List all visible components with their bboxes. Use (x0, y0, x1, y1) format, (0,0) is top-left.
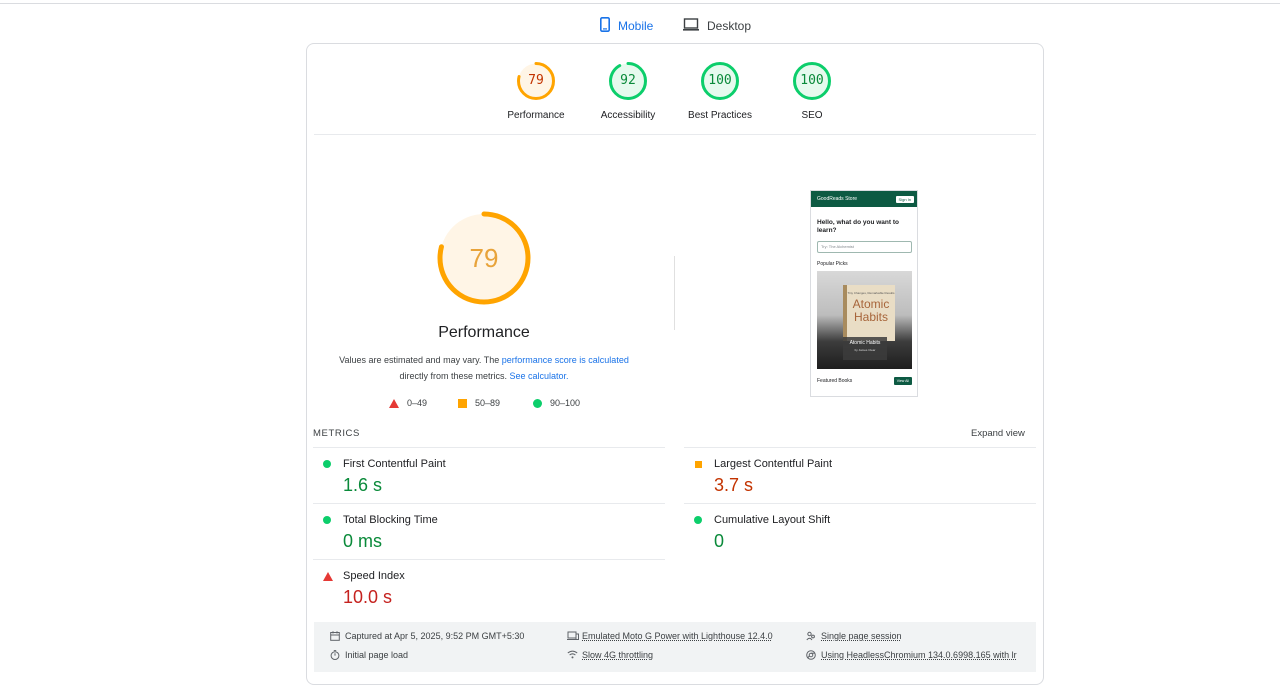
phone-icon (600, 16, 610, 35)
triangle-icon (389, 398, 399, 408)
tab-desktop[interactable]: Desktop (683, 10, 753, 41)
metric-fcp: First Contentful Paint 1.6 s (313, 447, 665, 504)
thumb-featured: Featured Books (817, 378, 853, 384)
thumb-caption-author: by James Clear (854, 348, 876, 352)
legend-poor: 0–49 (389, 398, 427, 408)
metric-cls: Cumulative Layout Shift 0 (684, 503, 1036, 560)
gauge-label: Accessibility (600, 110, 656, 121)
devices-icon (567, 631, 579, 641)
footer-initial-load: Initial page load (330, 650, 408, 660)
performance-description: Values are estimated and may vary. The p… (334, 352, 634, 384)
top-divider (0, 3, 1280, 4)
metric-tbt: Total Blocking Time 0 ms (313, 503, 665, 560)
footer-session: Single page session (806, 631, 902, 641)
metric-value: 1.6 s (343, 475, 383, 495)
chrome-icon (806, 650, 816, 660)
people-icon (806, 631, 816, 641)
vertical-divider (674, 256, 675, 330)
thumb-cover-title: Atomic Habits (852, 297, 890, 324)
metric-title: Speed Index (343, 570, 405, 582)
gauge-label: SEO (801, 110, 823, 121)
legend-average: 50–89 (458, 398, 500, 408)
circle-icon (694, 516, 702, 524)
metrics-heading: METRICS (313, 428, 360, 439)
circle-icon (323, 460, 331, 468)
triangle-icon (323, 572, 333, 581)
page-screenshot-thumbnail[interactable]: GoodReads Store Sign In Hello, what do y… (810, 190, 918, 397)
legend-range: 50–89 (475, 398, 501, 408)
gauge-label: Best Practices (688, 110, 752, 121)
gauge-label: Performance (507, 110, 565, 121)
thumb-caption-title: Atomic Habits (849, 340, 881, 346)
thumb-cover: Tiny Changes, Remarkable Results Atomic … (843, 285, 895, 341)
metric-value: 10.0 s (343, 587, 393, 607)
metric-title: First Contentful Paint (343, 458, 446, 470)
metric-lcp: Largest Contentful Paint 3.7 s (684, 447, 1036, 504)
metric-title: Total Blocking Time (343, 514, 438, 526)
see-calculator-link[interactable]: See calculator. (509, 371, 568, 381)
gauge-score: 100 (800, 73, 824, 88)
expand-view-button[interactable]: Expand view (971, 428, 1025, 439)
thumb-header: GoodReads Store Sign In (811, 191, 917, 207)
calendar-icon (330, 631, 340, 641)
thumb-caption: Atomic Habits by James Clear (843, 337, 887, 360)
metric-value: 0 ms (343, 531, 383, 551)
gauge-score: 100 (708, 73, 732, 88)
footer-captured-text: Captured at Apr 5, 2025, 9:52 PM GMT+5:3… (345, 631, 525, 641)
gauge-score: 92 (620, 73, 636, 88)
metric-value: 0 (714, 531, 725, 551)
footer-session-text[interactable]: Single page session (821, 631, 902, 641)
tab-desktop-label: Desktop (707, 18, 752, 33)
thumb-view-all: View All (893, 377, 912, 385)
legend-range: 0–49 (407, 398, 428, 408)
gauges-divider (314, 134, 1036, 135)
metric-value: 3.7 s (714, 475, 754, 495)
footer-captured: Captured at Apr 5, 2025, 9:52 PM GMT+5:3… (330, 631, 524, 641)
circle-icon (533, 398, 542, 408)
laptop-icon (683, 17, 699, 34)
footer-browser-text[interactable]: Using HeadlessChromium 134.0.6998.165 wi… (821, 650, 1017, 660)
gauge-score: 79 (528, 73, 544, 88)
runtime-settings-footer: Captured at Apr 5, 2025, 9:52 PM GMT+5:3… (314, 622, 1036, 672)
circle-icon (323, 516, 331, 524)
footer-emulated-text[interactable]: Emulated Moto G Power with Lighthouse 12… (582, 631, 773, 641)
thumb-popular: Popular Picks (817, 261, 848, 267)
performance-score-link[interactable]: performance score is calculated (502, 355, 629, 365)
desc-text-2: directly from these metrics. (399, 371, 510, 381)
footer-initial-text: Initial page load (345, 650, 409, 660)
thumb-hello: Hello, what do you want to learn? (817, 219, 899, 234)
footer-throttling-text[interactable]: Slow 4G throttling (582, 650, 653, 660)
performance-title: Performance (438, 324, 530, 341)
metric-title: Cumulative Layout Shift (714, 514, 831, 526)
thumb-cover-tagline: Tiny Changes, Remarkable Results (847, 291, 895, 295)
tab-mobile-label: Mobile (618, 18, 654, 33)
thumb-search: Try: The Alchemist (817, 241, 912, 253)
legend-good: 90–100 (533, 398, 580, 408)
timer-icon (330, 650, 340, 660)
desc-text: Values are estimated and may vary. The (339, 355, 502, 365)
footer-browser: Using HeadlessChromium 134.0.6998.165 wi… (806, 650, 1017, 660)
gauge-performance[interactable]: 79 Performance (491, 61, 581, 121)
gauge-seo[interactable]: 100 SEO (767, 61, 857, 121)
footer-throttling: Slow 4G throttling (567, 650, 653, 660)
metric-title: Largest Contentful Paint (714, 458, 833, 470)
metric-speed-index: Speed Index 10.0 s (313, 559, 665, 616)
performance-big-score: 79 (469, 243, 499, 273)
wifi-icon (567, 650, 578, 660)
thumb-book-image: Tiny Changes, Remarkable Results Atomic … (817, 271, 912, 369)
tab-mobile[interactable]: Mobile (600, 10, 656, 41)
thumb-featured-row: Featured Books View All (817, 377, 912, 385)
legend-range: 90–100 (550, 398, 581, 408)
square-icon (458, 398, 467, 408)
footer-emulated: Emulated Moto G Power with Lighthouse 12… (567, 631, 773, 641)
gauge-best-practices[interactable]: 100 Best Practices (675, 61, 765, 121)
thumb-brand: GoodReads Store (817, 196, 858, 202)
thumb-signin: Sign In (895, 195, 914, 203)
gauge-accessibility[interactable]: 92 Accessibility (583, 61, 673, 121)
square-icon (695, 461, 702, 468)
device-tabs: Mobile Desktop (0, 10, 1280, 50)
